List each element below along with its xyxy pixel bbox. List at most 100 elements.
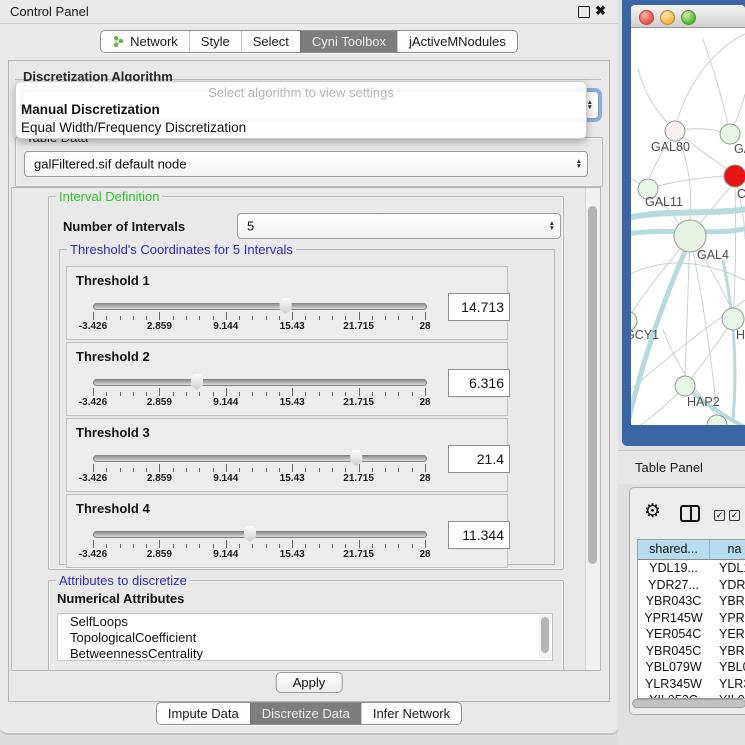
interval-definition-group: Interval Definition Number of Intervals … (48, 196, 564, 570)
tab-select[interactable]: Select (241, 31, 300, 52)
attribute-item[interactable]: TopologicalCoefficient (58, 630, 552, 646)
table-row[interactable]: YBL079WYBL0 (638, 659, 745, 676)
tab-network[interactable]: Network (101, 31, 189, 52)
table-row[interactable]: YPR145WYPR1 (638, 610, 745, 627)
num-intervals-label: Number of Intervals (63, 219, 185, 234)
zoom-window-icon[interactable] (681, 10, 696, 25)
settings-viewport: Interval Definition Number of Intervals … (11, 187, 601, 671)
close-icon[interactable]: ✖ (595, 3, 606, 19)
dropdown-placeholder: Select algorithm to view settings (16, 82, 586, 100)
thresholds-group: Threshold's Coordinates for 5 Intervals … (59, 249, 555, 565)
node-label: GCY1 (631, 328, 659, 342)
node-label: GAL4 (697, 248, 729, 262)
slider-track[interactable] (93, 455, 427, 462)
table-row[interactable]: YER054CYER0 (638, 626, 745, 643)
list-scrollbar[interactable] (539, 615, 551, 659)
slider-tick-labels: -3.4262.8599.14415.4321.71528 (93, 549, 425, 561)
cell-shared-name: YER054C (638, 626, 709, 643)
slider-track[interactable] (93, 531, 427, 538)
table-row[interactable]: YLR345WYLR3 (638, 676, 745, 693)
threshold-panel: Threshold 4-3.4262.8599.14415.4321.71528 (66, 494, 508, 568)
node-label: GA (734, 142, 745, 156)
tab-cyni-toolbox[interactable]: Cyni Toolbox (300, 31, 397, 52)
slider-ticks (93, 540, 425, 548)
network-node[interactable] (724, 165, 745, 187)
threshold-value-field[interactable] (448, 293, 510, 321)
combo-spinner-icon: ▲▼ (576, 159, 582, 169)
network-node[interactable] (675, 376, 695, 396)
network-edge (638, 69, 675, 131)
combo-spinner-icon: ▲▼ (587, 100, 593, 110)
gear-icon[interactable]: ⚙ (644, 500, 661, 523)
num-intervals-combo[interactable]: 5 ▲▼ (237, 213, 561, 239)
float-window-icon[interactable] (578, 6, 590, 18)
slider-track[interactable] (93, 303, 427, 310)
network-edge (631, 263, 745, 280)
tab-label: jActiveMNodules (409, 34, 506, 49)
table-data-combo[interactable]: galFiltered.sif default node ▲▼ (24, 151, 588, 177)
tab-label: Discretize Data (262, 706, 350, 721)
cell-name: YPR1 (709, 610, 745, 627)
desktop-area: GAL80GACGAL11GAL4GCY1HHAP2 Table Panel ⚙… (618, 0, 745, 745)
top-tab-bar: NetworkStyleSelectCyni Toolbox jActiveMNo… (0, 30, 618, 53)
network-edge (631, 208, 745, 220)
column-header[interactable]: na (710, 540, 745, 559)
network-edge (723, 260, 735, 420)
node-label: HAP2 (687, 395, 720, 409)
slider-track[interactable] (93, 379, 427, 386)
table-row[interactable]: YBR045CYBR0 (638, 643, 745, 660)
cell-name: YLR3 (709, 676, 745, 693)
apply-button[interactable]: Apply (276, 672, 343, 693)
tab-style[interactable]: Style (189, 31, 241, 52)
threshold-label: Threshold 1 (76, 273, 150, 288)
interval-group-title: Interval Definition (56, 189, 162, 204)
tab-infer-network[interactable]: Infer Network (361, 703, 461, 724)
node-table: shared...naYDL19...YDL1YDR27...YDR2YBR04… (637, 539, 745, 699)
table-data-value: galFiltered.sif default node (34, 157, 186, 172)
threshold-panel: Threshold 3-3.4262.8599.14415.4321.71528 (66, 418, 508, 492)
slider-ticks (93, 312, 425, 320)
checkbox-icon[interactable]: ✓ (729, 510, 740, 521)
cell-shared-name: YBR045C (638, 643, 709, 660)
network-node[interactable] (722, 308, 744, 330)
network-edge (685, 236, 690, 376)
tab-label: Infer Network (373, 706, 450, 721)
dropdown-option-equal-width[interactable]: Equal Width/Frequency Discretization (16, 118, 586, 136)
attribute-item[interactable]: BetweennessCentrality (58, 646, 552, 661)
cell-shared-name: YBL079W (638, 659, 709, 676)
table-panel-title: Table Panel (618, 450, 745, 484)
network-view-inner: GAL80GACGAL11GAL4GCY1HHAP2 (631, 5, 745, 425)
content-scrollbar[interactable] (585, 188, 600, 670)
network-view-window[interactable]: GAL80GACGAL11GAL4GCY1HHAP2 (622, 0, 745, 446)
table-row[interactable]: YIL052CYIL0 (638, 692, 745, 699)
tab-impute-data[interactable]: Impute Data (157, 703, 250, 724)
cell-shared-name: YDL19... (638, 560, 709, 577)
table-row[interactable]: YBR043CYBR0 (638, 593, 745, 610)
network-canvas[interactable]: GAL80GACGAL11GAL4GCY1HHAP2 (631, 28, 745, 425)
cell-shared-name: YPR145W (638, 610, 709, 627)
table-horizontal-scrollbar[interactable] (632, 699, 745, 708)
numerical-attributes-label: Numerical Attributes (57, 591, 184, 606)
tab-discretize-data[interactable]: Discretize Data (250, 703, 361, 724)
column-header[interactable]: shared... (638, 540, 710, 559)
network-edge (703, 39, 730, 134)
combo-spinner-icon: ▲▼ (549, 221, 555, 231)
attribute-item[interactable]: SelfLoops (58, 614, 552, 630)
network-node[interactable] (665, 121, 685, 141)
slider-tick-labels: -3.4262.8599.14415.4321.71528 (93, 397, 425, 409)
threshold-value-field[interactable] (448, 521, 510, 549)
threshold-value-field[interactable] (448, 369, 510, 397)
table-row[interactable]: YDL19...YDL1 (638, 560, 745, 577)
tab-jactivemnodules[interactable]: jActiveMNodules (397, 31, 517, 52)
node-label: GAL80 (651, 140, 690, 154)
threshold-value-field[interactable] (448, 445, 510, 473)
dropdown-option-manual[interactable]: Manual Discretization (16, 100, 586, 118)
columns-icon[interactable] (680, 505, 700, 522)
close-window-icon[interactable] (639, 10, 654, 25)
minimize-window-icon[interactable] (660, 10, 675, 25)
cell-shared-name: YIL052C (638, 692, 709, 699)
table-row[interactable]: YDR27...YDR2 (638, 577, 745, 594)
checkbox-icon[interactable]: ✓ (714, 510, 725, 521)
network-node[interactable] (720, 124, 740, 144)
control-panel-titlebar: Control Panel ✖ (0, 0, 618, 24)
